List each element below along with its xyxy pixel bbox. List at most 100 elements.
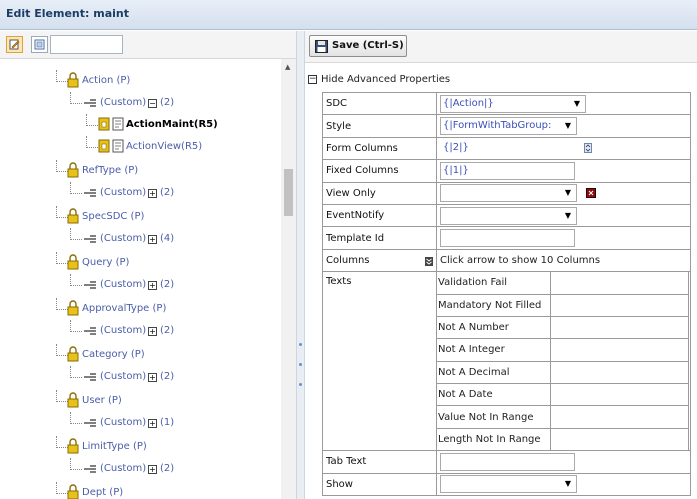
spinner-icon[interactable] [584,143,593,154]
view-only-select[interactable]: ▼ [440,184,577,203]
expand-icon[interactable]: + [148,235,157,244]
tree-node-label: Dept (P) [82,487,124,498]
tree-node-query[interactable]: Query (P) [52,252,272,274]
scrollbar-thumb[interactable] [284,169,293,216]
collapse-icon[interactable]: − [148,99,157,108]
lock-icon [67,392,79,408]
lock-icon [67,484,79,499]
tree-custom-label: (Custom) [100,325,147,336]
custom-branch-icon [84,373,96,381]
texts-subtable: Validation Fail Mandatory Not Filled Not… [437,272,689,450]
prop-row-template-id: Template Id [322,226,691,250]
texts-row: Not A Integer [437,338,689,362]
tab-text-input[interactable] [440,452,575,471]
tree-node-action-custom[interactable]: (Custom) − (2) [68,92,268,114]
dropdown-arrow-icon[interactable]: ▼ [565,211,571,220]
texts-value-input[interactable] [550,293,689,317]
prop-name-text: Columns [326,254,370,266]
dropdown-arrow-icon[interactable]: ▼ [565,188,571,197]
tree-custom-label: (Custom) [100,187,147,198]
tree-node-approvaltype[interactable]: ApprovalType (P) [52,298,272,320]
template-id-input[interactable] [440,229,575,248]
tree-node-reftype[interactable]: RefType (P) [52,160,272,182]
tree-custom-count: (2) [160,325,175,336]
lock-icon [67,162,79,178]
tree-node-label: ApprovalType (P) [82,303,167,314]
texts-value-input[interactable] [550,427,689,450]
properties-panel: Save (Ctrl-S) − Hide Advanced Properties… [305,31,697,499]
dropdown-arrow-icon[interactable]: ▼ [565,479,571,488]
form-icon [112,117,124,131]
custom-branch-icon [84,465,96,473]
edit-tree-button[interactable] [6,36,23,53]
tree-node-specsdc-custom[interactable]: (Custom) + (4) [68,228,268,250]
tree-node-action[interactable]: Action (P) [52,70,272,92]
tree-custom-count: (4) [160,233,175,244]
tree-node-category[interactable]: Category (P) [52,344,272,366]
dropdown-arrow-icon[interactable]: ▼ [574,99,580,108]
expand-icon[interactable]: + [148,189,157,198]
texts-row: Not A Number [437,315,689,340]
prop-row-event-notify: EventNotify ▼ [322,203,691,228]
clear-icon[interactable] [586,188,597,199]
tree-scrollbar[interactable]: ▲ [281,59,296,499]
panel-splitter[interactable] [296,31,305,499]
texts-value-input[interactable] [550,315,689,340]
tree-node-user-custom[interactable]: (Custom) + (1) [68,412,268,434]
tree-search-input[interactable] [50,35,123,54]
edit-tree-icon [9,39,20,50]
collapse-icon[interactable]: − [308,75,317,84]
expand-icon[interactable]: + [148,281,157,290]
expand-icon[interactable]: + [148,465,157,474]
prop-value: {|1|} [436,159,691,183]
texts-row: Validation Fail [437,272,689,295]
texts-value-input[interactable] [550,272,689,295]
view-tree-button[interactable] [31,36,48,53]
tree-node-dept[interactable]: Dept (P) [52,482,272,499]
tree-panel: Action (P) (Custom) − (2) ActionMaint(R5… [0,31,296,499]
texts-value-input[interactable] [550,405,689,429]
tree-custom-label: (Custom) [100,279,147,290]
save-button[interactable]: Save (Ctrl-S) [309,35,407,57]
fixed-columns-input[interactable]: {|1|} [440,161,575,180]
tree-node-limittype-custom[interactable]: (Custom) + (2) [68,458,268,480]
tree-node-label: ActionView(R5) [126,141,203,152]
tree-node-reftype-custom[interactable]: (Custom) + (2) [68,182,268,204]
prop-value: ▼ [436,203,691,228]
expand-icon[interactable]: + [148,419,157,428]
scroll-up-icon[interactable]: ▲ [285,63,290,71]
tree-node-approvaltype-custom[interactable]: (Custom) + (2) [68,320,268,342]
expand-columns-icon[interactable] [425,256,433,266]
lock-icon [67,300,79,316]
tree-node-category-custom[interactable]: (Custom) + (2) [68,366,268,388]
tree-node-label: User (P) [82,395,122,406]
tree-node-query-custom[interactable]: (Custom) + (2) [68,274,268,296]
tree-node-action-maint[interactable]: ActionMaint(R5) [84,114,284,136]
style-select[interactable]: {|FormWithTabGroup: ▼ [440,117,577,136]
expand-icon[interactable]: + [148,327,157,336]
sdc-select[interactable]: {|Action|} ▼ [440,94,586,113]
tree-node-limittype[interactable]: LimitType (P) [52,436,272,458]
prop-value: Validation Fail Mandatory Not Filled Not… [436,271,691,452]
texts-value-input[interactable] [550,338,689,362]
tree-custom-label: (Custom) [100,463,147,474]
tree-node-label: RefType (P) [82,165,139,176]
form-icon [112,139,124,153]
expand-icon[interactable]: + [148,373,157,382]
texts-value-input[interactable] [550,360,689,385]
form-columns-input[interactable]: {|2|} [440,139,575,158]
dropdown-arrow-icon[interactable]: ▼ [562,121,571,131]
prop-row-columns: Columns Click arrow to show 10 Columns [322,248,691,273]
tree-node-specsdc[interactable]: SpecSDC (P) [52,206,272,228]
show-select[interactable]: ▼ [440,475,577,494]
tree-node-action-view[interactable]: ActionView(R5) [84,136,284,158]
event-notify-select[interactable]: ▼ [440,206,577,225]
texts-value-input[interactable] [550,383,689,407]
lock-icon [67,254,79,270]
tree-node-user[interactable]: User (P) [52,390,272,412]
lock-icon [67,438,79,454]
texts-label: Validation Fail [437,272,551,295]
prop-row-form-columns: Form Columns {|2|} [322,136,691,161]
prop-value: {|FormWithTabGroup: ▼ [436,114,691,138]
custom-branch-icon [84,419,96,427]
